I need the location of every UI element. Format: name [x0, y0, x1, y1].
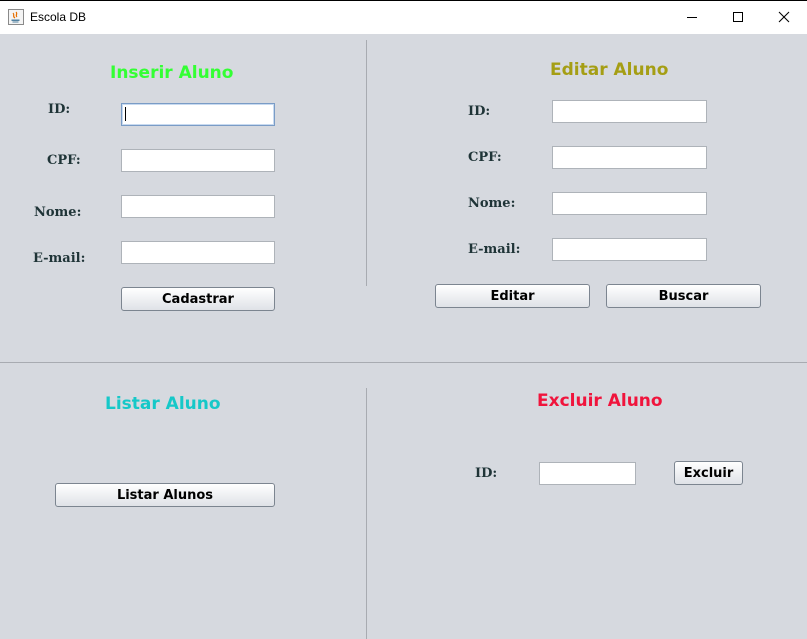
insert-nome-field[interactable] — [121, 195, 275, 218]
edit-id-field[interactable] — [552, 100, 707, 123]
title-bar: Escola DB — [0, 0, 807, 34]
edit-nome-field[interactable] — [552, 192, 707, 215]
close-icon — [778, 11, 790, 23]
edit-nome-label: Nome: — [468, 196, 516, 211]
main-panel: Inserir Aluno ID: CPF: Nome: E-mail: Cad… — [0, 34, 807, 639]
buscar-button[interactable]: Buscar — [606, 284, 761, 308]
insert-email-label: E-mail: — [33, 251, 86, 266]
divider-top — [366, 40, 367, 286]
insert-id-field[interactable] — [121, 103, 275, 126]
window-title: Escola DB — [30, 10, 87, 24]
text-caret — [125, 107, 126, 121]
maximize-icon — [733, 12, 743, 22]
edit-email-field[interactable] — [552, 238, 707, 261]
delete-id-field[interactable] — [539, 462, 636, 485]
delete-heading: Excluir Aluno — [537, 391, 663, 411]
edit-email-label: E-mail: — [468, 242, 521, 257]
java-app-icon — [8, 9, 24, 25]
maximize-button[interactable] — [715, 1, 761, 33]
editar-button[interactable]: Editar — [435, 284, 590, 308]
delete-id-label: ID: — [475, 466, 498, 481]
insert-id-label: ID: — [48, 102, 71, 117]
insert-nome-label: Nome: — [34, 205, 82, 220]
cadastrar-button[interactable]: Cadastrar — [121, 287, 275, 311]
insert-cpf-field[interactable] — [121, 149, 275, 172]
divider-middle — [0, 362, 807, 363]
insert-cpf-label: CPF: — [47, 153, 81, 168]
list-heading: Listar Aluno — [105, 394, 221, 414]
listar-alunos-button[interactable]: Listar Alunos — [55, 483, 275, 507]
insert-heading: Inserir Aluno — [110, 63, 234, 83]
edit-id-label: ID: — [468, 104, 491, 119]
excluir-button[interactable]: Excluir — [674, 461, 743, 485]
divider-bottom — [366, 388, 367, 639]
edit-cpf-field[interactable] — [552, 146, 707, 169]
close-button[interactable] — [761, 1, 807, 33]
minimize-button[interactable] — [669, 1, 715, 33]
edit-cpf-label: CPF: — [468, 150, 502, 165]
edit-heading: Editar Aluno — [550, 60, 669, 80]
insert-email-field[interactable] — [121, 241, 275, 264]
minimize-icon — [687, 17, 697, 18]
